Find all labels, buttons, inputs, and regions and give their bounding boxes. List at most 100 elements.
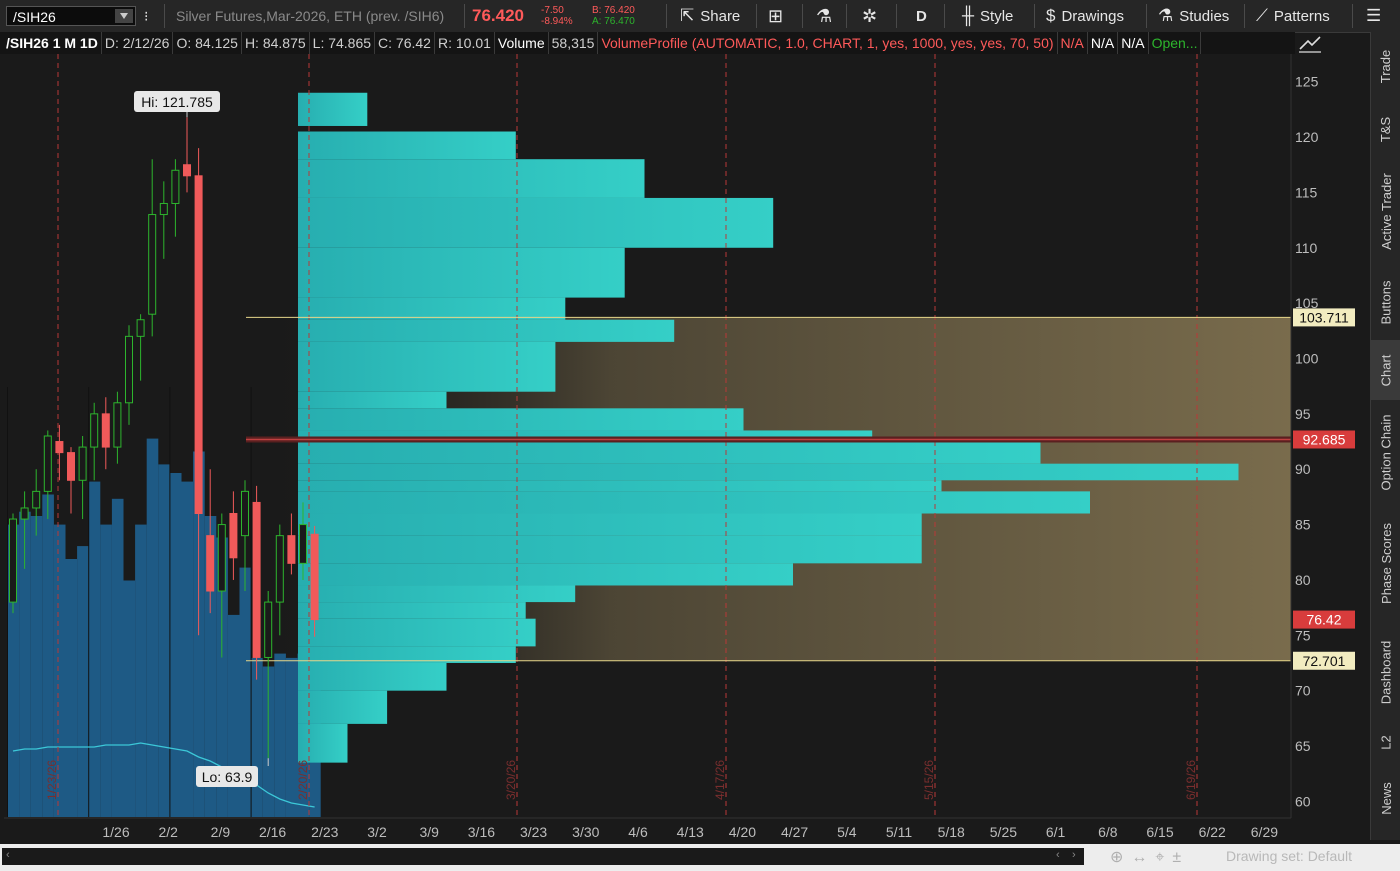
expiry-label: 3/20/26: [504, 760, 518, 800]
open-link[interactable]: Open...: [1149, 32, 1202, 54]
divider: [464, 4, 465, 28]
menu-button[interactable]: ☰: [1366, 0, 1387, 32]
candle-body: [287, 535, 296, 564]
volume-profile-study-label[interactable]: VolumeProfile (AUTOMATIC, 1.0, CHART, 1,…: [598, 32, 1058, 54]
volume-profile-bar: [298, 131, 516, 160]
volume-bar: [274, 653, 286, 817]
info-close: C: 76.42: [375, 32, 435, 54]
volume-profile-bar: [298, 513, 922, 536]
drawing-set-label[interactable]: Drawing set: Default: [1226, 848, 1352, 864]
volume-profile-bar: [298, 491, 1090, 514]
studies-lab-button[interactable]: ⚗: [816, 0, 838, 32]
drawing-toolbar: ⊕↔⌖±: [1110, 847, 1189, 867]
volume-bar: [123, 580, 136, 817]
pan-icon[interactable]: ↔: [1131, 849, 1155, 866]
symbol-settings-icon[interactable]: ⁝: [144, 0, 158, 32]
candle-body: [194, 175, 203, 515]
time-tick-label: 3/2: [367, 824, 387, 840]
tab-time-and-sales[interactable]: T&S: [1371, 100, 1400, 158]
candle-body: [67, 452, 75, 481]
volume-bar: [100, 524, 112, 817]
drawings-button[interactable]: $ Drawings: [1046, 0, 1124, 32]
volume-profile-bar: [298, 92, 368, 126]
gear-icon: ✲: [862, 5, 878, 26]
volume-profile-bar: [298, 441, 1041, 464]
divider: [1244, 4, 1245, 28]
volume-profile-bar: [298, 197, 774, 248]
pattern-icon: ⟋: [1256, 6, 1268, 25]
tab-news[interactable]: News: [1371, 762, 1400, 834]
volume-bar: [251, 657, 263, 817]
patterns-button[interactable]: ⟋ Patterns: [1256, 0, 1330, 32]
divider: [756, 4, 757, 28]
tab-l2[interactable]: L2: [1371, 722, 1400, 762]
expiry-label: 6/19/26: [1184, 760, 1198, 800]
drawing-tool-icon[interactable]: [1296, 33, 1326, 55]
time-tick-label: 6/29: [1251, 824, 1278, 840]
volume-bar: [135, 524, 147, 817]
crosshair-icon[interactable]: ⌖: [1155, 849, 1172, 866]
tab-option-chain[interactable]: Option Chain: [1371, 400, 1400, 504]
volume-profile-bar: [298, 319, 675, 342]
period-button[interactable]: D: [916, 0, 927, 32]
price-chart[interactable]: 1/23/26 2/20/26 3/20/26 4/17/26 5/15/26 6/19/…: [4, 54, 1370, 841]
chart-title: /SIH26 1 M 1D: [0, 32, 102, 54]
price-tag-label: 92.685: [1303, 431, 1346, 447]
time-tick-label: 2/2: [158, 824, 178, 840]
tab-l2-label: L2: [1378, 734, 1394, 750]
time-tick-label: 3/16: [468, 824, 495, 840]
horizontal-scrollbar[interactable]: ‹ ‹ ›: [2, 848, 1084, 865]
candle-body: [90, 413, 99, 448]
share-button[interactable]: ⇱ Share: [680, 0, 740, 32]
chart-settings-button[interactable]: ✲: [862, 0, 883, 32]
price-tick-label: 80: [1295, 572, 1311, 588]
scroll-left-icon[interactable]: ‹: [6, 849, 10, 861]
patterns-label: Patterns: [1273, 7, 1330, 25]
zoom-icon[interactable]: ⊕: [1110, 849, 1131, 866]
time-tick-label: 4/27: [781, 824, 808, 840]
time-tick-label: 4/13: [677, 824, 704, 840]
drawings-label: Drawings: [1061, 7, 1124, 25]
symbol-text: /SIH26: [13, 9, 56, 25]
tab-option-chain-label: Option Chain: [1378, 414, 1394, 490]
tab-active-trader-label: Active Trader: [1378, 172, 1394, 250]
price-tick-label: 110: [1295, 240, 1318, 256]
tab-buttons[interactable]: Buttons: [1371, 264, 1400, 340]
time-tick-label: 2/23: [311, 824, 338, 840]
tab-chart[interactable]: Chart: [1371, 340, 1400, 400]
chevron-down-icon[interactable]: [115, 9, 133, 23]
volume-bar: [158, 464, 170, 817]
candle-body: [299, 524, 307, 564]
candle-body: [148, 214, 157, 315]
tab-trade[interactable]: Trade: [1371, 32, 1400, 100]
info-high: H: 84.875: [242, 32, 310, 54]
divider: [802, 4, 803, 28]
drawing-set-icon[interactable]: ±: [1172, 849, 1189, 866]
tab-news-label: News: [1378, 781, 1394, 815]
volume-bar: [146, 438, 159, 817]
bid-price: B: 76.420: [592, 5, 635, 16]
chart-flex-grid-button[interactable]: ⊞: [768, 0, 789, 32]
style-button[interactable]: ╫ Style: [962, 0, 1013, 32]
time-tick-label: 2/9: [211, 824, 231, 840]
last-price: 76.420: [472, 6, 524, 25]
volume-study-label[interactable]: Volume: [495, 32, 549, 54]
info-date: D: 2/12/26: [102, 32, 174, 54]
top-toolbar: /SIH26 ⁝ Silver Futures,Mar-2026, ETH (p…: [0, 0, 1400, 33]
expiry-label: 4/17/26: [713, 760, 727, 800]
candle-body: [310, 533, 319, 621]
share-icon: ⇱: [680, 6, 695, 25]
divider: [666, 4, 667, 28]
tab-chart-label: Chart: [1378, 354, 1394, 386]
scroll-right-icon[interactable]: ›: [1072, 849, 1076, 861]
divider: [1146, 4, 1147, 28]
symbol-description: Silver Futures,Mar-2026, ETH (prev. /SIH…: [176, 8, 445, 24]
scroll-left-end-icon[interactable]: ‹: [1056, 849, 1060, 861]
tab-active-trader[interactable]: Active Trader: [1371, 158, 1400, 264]
symbol-input[interactable]: /SIH26: [6, 6, 136, 26]
studies-button[interactable]: ⚗ Studies: [1158, 0, 1229, 32]
tab-phase-scores[interactable]: Phase Scores: [1371, 504, 1400, 622]
tab-dashboard[interactable]: Dashboard: [1371, 622, 1400, 722]
divider: [1352, 4, 1353, 28]
candle-body: [32, 490, 41, 509]
